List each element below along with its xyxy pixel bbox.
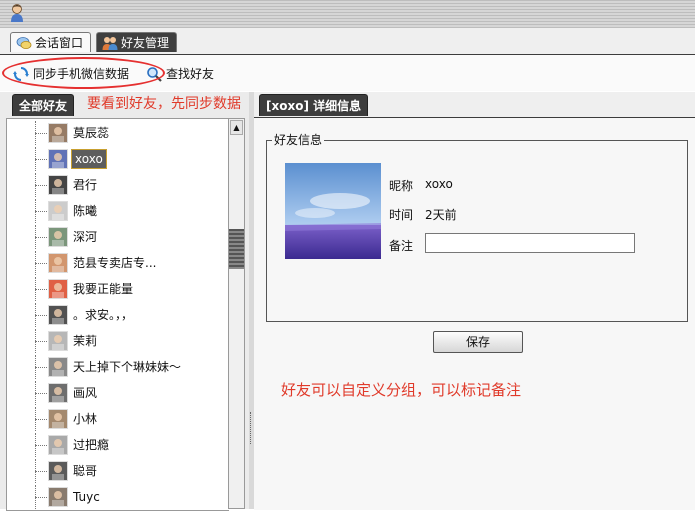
nickname-label: 昵称	[389, 179, 414, 193]
friends-icon	[102, 37, 118, 50]
friend-avatar	[48, 175, 68, 195]
friend-name: 聪哥	[73, 464, 98, 478]
friend-avatar	[48, 331, 68, 351]
friend-list-item[interactable]: 画风	[7, 381, 229, 405]
friend-name: 深河	[73, 230, 98, 244]
user-avatar-icon	[11, 4, 23, 22]
tree-branch	[35, 445, 47, 446]
friend-name: 君行	[73, 178, 98, 192]
scroll-thumb[interactable]	[229, 229, 244, 269]
time-value: 2天前	[425, 208, 457, 222]
find-label: 查找好友	[166, 67, 215, 81]
friend-list-item[interactable]: 我要正能量	[7, 277, 229, 301]
friend-list-item[interactable]: xoxo	[7, 147, 229, 171]
sync-highlight-ellipse	[2, 57, 165, 89]
friend-name: Tuyc	[73, 490, 100, 504]
friend-list-item[interactable]: 莫辰蕊	[7, 121, 229, 145]
friend-name: 天上掉下个琳妹妹～	[73, 360, 182, 374]
friend-avatar	[48, 305, 68, 325]
friend-avatar	[48, 123, 68, 143]
friend-list-item[interactable]: 范县专卖店专...	[7, 251, 229, 275]
friend-name: 过把瘾	[73, 438, 110, 452]
friend-avatar	[48, 149, 68, 169]
friend-name: 莫辰蕊	[73, 126, 110, 140]
tab-all-friends[interactable]: 全部好友	[12, 94, 75, 116]
tab-friend-management[interactable]: 好友管理	[96, 32, 178, 52]
detail-tab-label: [xoxo] 详细信息	[266, 99, 362, 113]
friend-list-item[interactable]: 过把瘾	[7, 433, 229, 457]
friend-avatar	[48, 383, 68, 403]
chat-icon	[16, 37, 32, 49]
friend-name: 小林	[73, 412, 98, 426]
friend-avatar	[48, 461, 68, 481]
tree-branch	[35, 315, 47, 316]
tree-branch	[35, 471, 47, 472]
tree-branch	[35, 159, 47, 160]
friend-name: 茉莉	[73, 334, 98, 348]
tree-branch	[35, 419, 47, 420]
tree-branch	[35, 497, 47, 498]
tree-branch	[35, 289, 47, 290]
friend-name: xoxo	[71, 149, 107, 169]
tab-chat-label: 会话窗口	[35, 36, 84, 50]
main-tabbar: 会话窗口 好友管理	[0, 28, 695, 55]
friend-list-item[interactable]: 陈曦	[7, 199, 229, 223]
friends-scrollbar[interactable]: ▲	[228, 118, 245, 509]
friend-name: 范县专卖店专...	[73, 256, 157, 270]
tree-branch	[35, 133, 47, 134]
tree-branch	[35, 211, 47, 212]
friend-name: 陈曦	[73, 204, 98, 218]
friend-avatar	[48, 227, 68, 247]
friend-name: 画风	[73, 386, 98, 400]
time-label: 时间	[389, 208, 414, 222]
friend-name: 。求安。，，	[73, 308, 134, 322]
nickname-value: xoxo	[425, 177, 453, 191]
tab-chat-window[interactable]: 会话窗口	[10, 32, 92, 52]
friend-list-item[interactable]: 君行	[7, 173, 229, 197]
friend-avatar	[48, 279, 68, 299]
scroll-up-arrow-icon[interactable]: ▲	[230, 120, 243, 135]
friend-avatar	[48, 487, 68, 507]
friend-list-item[interactable]: Tuyc	[7, 485, 229, 509]
window-titlebar	[0, 0, 695, 28]
friend-list-item[interactable]: 茉莉	[7, 329, 229, 353]
all-friends-label: 全部好友	[19, 99, 68, 113]
tree-branch	[35, 341, 47, 342]
friend-info-title: 好友信息	[272, 131, 325, 148]
tree-branch	[35, 393, 47, 394]
tree-branch	[35, 367, 47, 368]
tab-friend-detail[interactable]: [xoxo] 详细信息	[259, 94, 369, 116]
friend-list-item[interactable]: 。求安。，，	[7, 303, 229, 327]
tab-friends-label: 好友管理	[121, 36, 170, 50]
friend-photo	[285, 163, 381, 259]
friend-avatar	[48, 435, 68, 455]
friend-avatar	[48, 357, 68, 377]
tree-branch	[35, 185, 47, 186]
remark-input[interactable]	[425, 233, 635, 253]
friend-avatar	[48, 201, 68, 221]
remark-label: 备注	[389, 239, 414, 253]
tree-branch	[35, 263, 47, 264]
friend-list-item[interactable]: 深河	[7, 225, 229, 249]
tree-branch	[35, 237, 47, 238]
friend-list-item[interactable]: 天上掉下个琳妹妹～	[7, 355, 229, 379]
sync-hint-annotation: 要看到好友，先同步数据	[87, 96, 241, 112]
group-hint-annotation: 好友可以自定义分组，可以标记备注	[281, 381, 522, 399]
friend-avatar	[48, 253, 68, 273]
friend-list-item[interactable]: 小林	[7, 407, 229, 431]
friend-list-item[interactable]: 聪哥	[7, 459, 229, 483]
save-button[interactable]: 保存	[433, 331, 523, 353]
friend-avatar	[48, 409, 68, 429]
friends-tree: 莫辰蕊 xoxo 君行陈曦深河范县专卖店专... 我要正能量。求安。，， 茉莉天上掉下个…	[6, 118, 229, 511]
friend-name: 我要正能量	[73, 282, 134, 296]
